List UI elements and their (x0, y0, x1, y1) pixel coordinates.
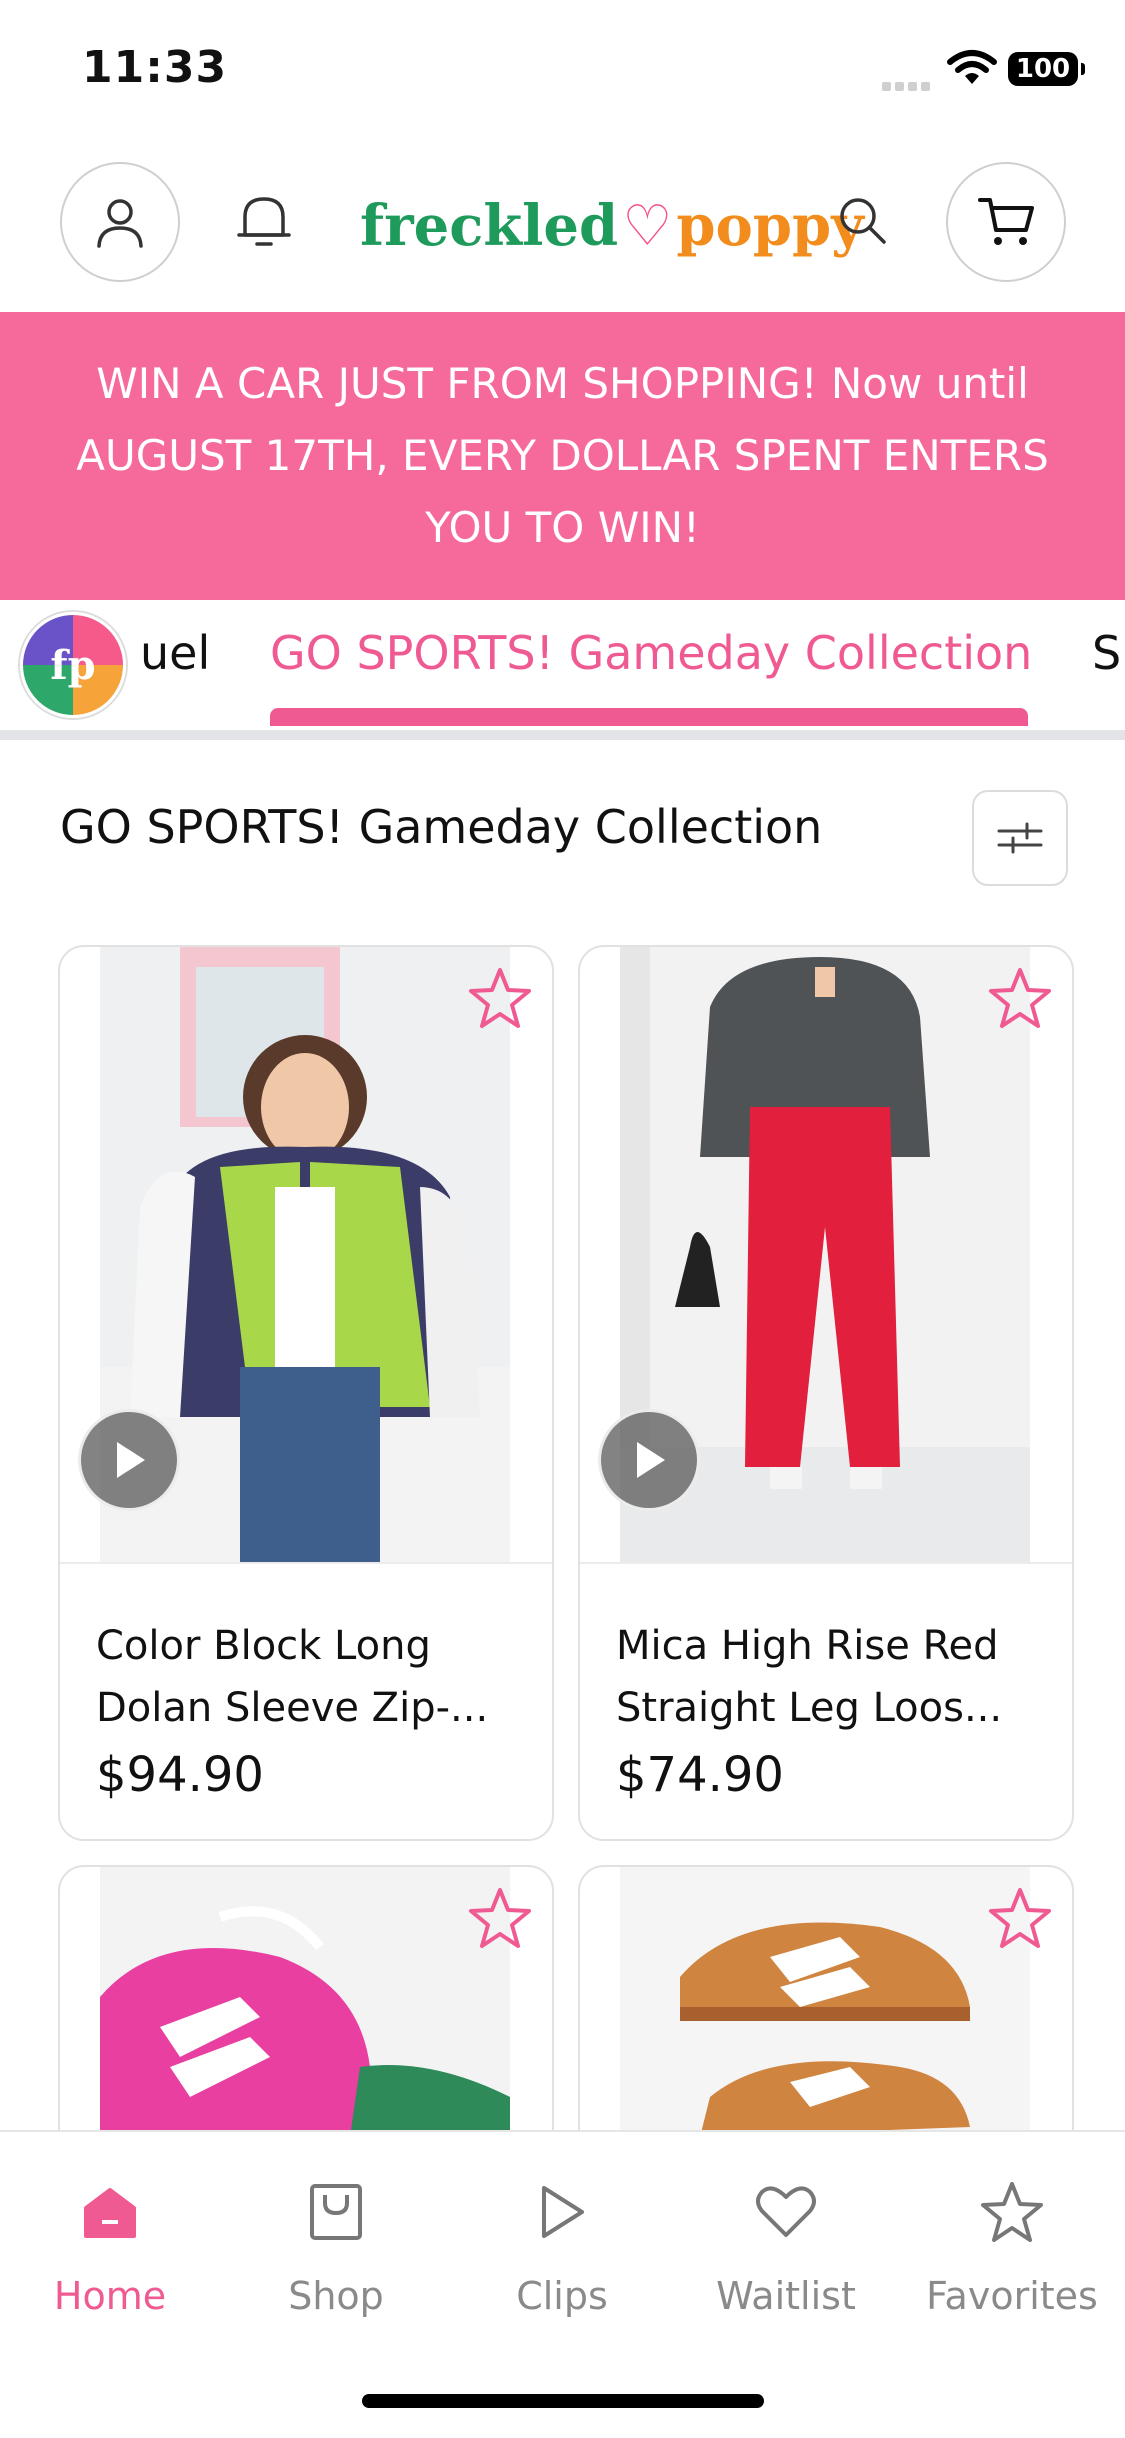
play-video-button[interactable] (78, 1409, 180, 1511)
account-button[interactable] (60, 162, 180, 282)
product-price: $74.90 (616, 1747, 784, 1803)
wifi-icon (947, 50, 997, 84)
favorite-star-icon[interactable] (466, 1885, 534, 1953)
home-indicator[interactable] (362, 2394, 764, 2408)
favorite-star-icon[interactable] (466, 965, 534, 1033)
play-icon (542, 2186, 584, 2238)
nav-waitlist-label: Waitlist (716, 2274, 856, 2318)
cart-icon (978, 198, 1034, 245)
sliders-icon (997, 822, 1043, 854)
play-icon (637, 1442, 665, 1478)
play-icon (117, 1442, 145, 1478)
app-header: freckled ♡ poppy (0, 150, 1125, 310)
battery-indicator: 100 (1008, 52, 1085, 86)
cellular-signal-icon (882, 76, 934, 91)
active-tab-indicator (270, 708, 1028, 726)
home-icon (84, 2188, 136, 2238)
fp-badge-text: fp (50, 641, 96, 689)
product-name: Mica High Rise Red Straight Leg Loos... (616, 1623, 1003, 1731)
bottom-tab-bar: Home Shop Clips Waitlist Favorites (0, 2130, 1125, 2438)
product-image (100, 1867, 510, 2137)
promo-banner[interactable]: WIN A CAR JUST FROM SHOPPING! Now until … (0, 312, 1125, 600)
play-video-button[interactable] (598, 1409, 700, 1511)
user-icon (97, 199, 143, 248)
product-price: $94.90 (96, 1747, 264, 1803)
star-icon (981, 2182, 1043, 2242)
promo-text: WIN A CAR JUST FROM SHOPPING! Now until … (76, 359, 1049, 552)
filter-button[interactable] (972, 790, 1068, 886)
nav-favorites-label: Favorites (926, 2274, 1098, 2318)
cart-button[interactable] (946, 162, 1066, 282)
product-image (620, 1867, 1030, 2137)
tab-go-sports[interactable]: GO SPORTS! Gameday Collection (270, 626, 1032, 680)
card-divider (60, 1562, 552, 1564)
bell-icon (237, 197, 291, 246)
logo-heart-icon: ♡ (622, 193, 673, 259)
notifications-button[interactable] (224, 180, 304, 260)
product-card[interactable]: Color Block Long Dolan Sleeve Zip-... $9… (58, 945, 554, 1841)
nav-shop-label: Shop (288, 2274, 384, 2318)
collection-tabs: fp uel GO SPORTS! Gameday Collection S (0, 600, 1125, 740)
nav-home-label: Home (53, 2274, 167, 2318)
favorite-star-icon[interactable] (986, 965, 1054, 1033)
tab-next[interactable]: S (1092, 626, 1121, 680)
card-divider (580, 1562, 1072, 1564)
nav-clips-label: Clips (516, 2274, 608, 2318)
nav-waitlist[interactable]: Waitlist (686, 2172, 886, 2318)
product-name: Color Block Long Dolan Sleeve Zip-... (96, 1623, 489, 1731)
nav-shop[interactable]: Shop (236, 2172, 436, 2318)
page-title: GO SPORTS! Gameday Collection (60, 800, 823, 854)
status-bar: 11:33 100 (0, 0, 1125, 140)
nav-home[interactable]: Home (10, 2172, 210, 2318)
logo-text-freckled: freckled (360, 193, 619, 259)
favorite-star-icon[interactable] (986, 1885, 1054, 1953)
nav-favorites[interactable]: Favorites (912, 2172, 1112, 2318)
freckled-poppy-logo[interactable]: freckled ♡ poppy (360, 186, 864, 266)
tab-previous[interactable]: uel (140, 626, 210, 680)
nav-clips[interactable]: Clips (462, 2172, 662, 2318)
product-card[interactable]: Mica High Rise Red Straight Leg Loos... … (578, 945, 1074, 1841)
fp-badge-icon[interactable]: fp (20, 612, 126, 718)
heart-icon (756, 2186, 816, 2237)
shopping-bag-icon (310, 2184, 362, 2240)
status-time: 11:33 (82, 42, 228, 93)
search-icon (840, 198, 886, 244)
search-button[interactable] (822, 180, 902, 260)
